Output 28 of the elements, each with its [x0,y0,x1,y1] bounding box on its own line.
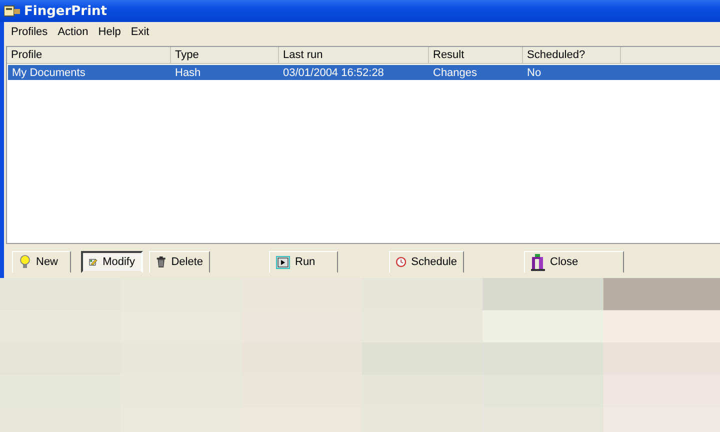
table-cell-text: My Documents [11,66,86,80]
menu-item[interactable]: Action [52,26,94,38]
column-header[interactable]: Scheduled? [523,47,621,63]
delete-button[interactable]: Delete [149,251,210,273]
run-button[interactable]: Run [269,251,338,273]
column-header[interactable]: Type [171,47,279,63]
menu-item[interactable]: Exit [126,26,154,38]
play-icon [276,256,290,268]
table-cell-text: Changes [432,66,478,80]
menu-item[interactable]: Help [93,26,126,38]
lightbulb-icon [19,255,31,269]
new-button[interactable]: New [12,251,71,273]
window-title: FingerPrint [24,4,107,18]
trash-can-icon [156,255,166,269]
table-row[interactable]: My Documents Hash 03/01/2004 16:52:28 Changes No [8,65,720,80]
modify-button[interactable]: Modify [81,251,143,273]
app-icon [4,5,20,17]
table-cell-text: No [526,66,542,80]
column-header[interactable]: Profile [7,47,171,63]
column-header[interactable]: Result [429,47,523,63]
clock-icon [396,255,406,269]
menu-item[interactable]: Profiles [6,26,53,38]
schedule-button[interactable]: Schedule [389,251,464,273]
close-button[interactable]: Close [524,251,624,273]
table-cell-text: 03/01/2004 16:52:28 [282,66,385,80]
door-icon [531,254,545,270]
column-header[interactable]: Last run [279,47,429,63]
table-cell-text: Hash [174,66,202,80]
